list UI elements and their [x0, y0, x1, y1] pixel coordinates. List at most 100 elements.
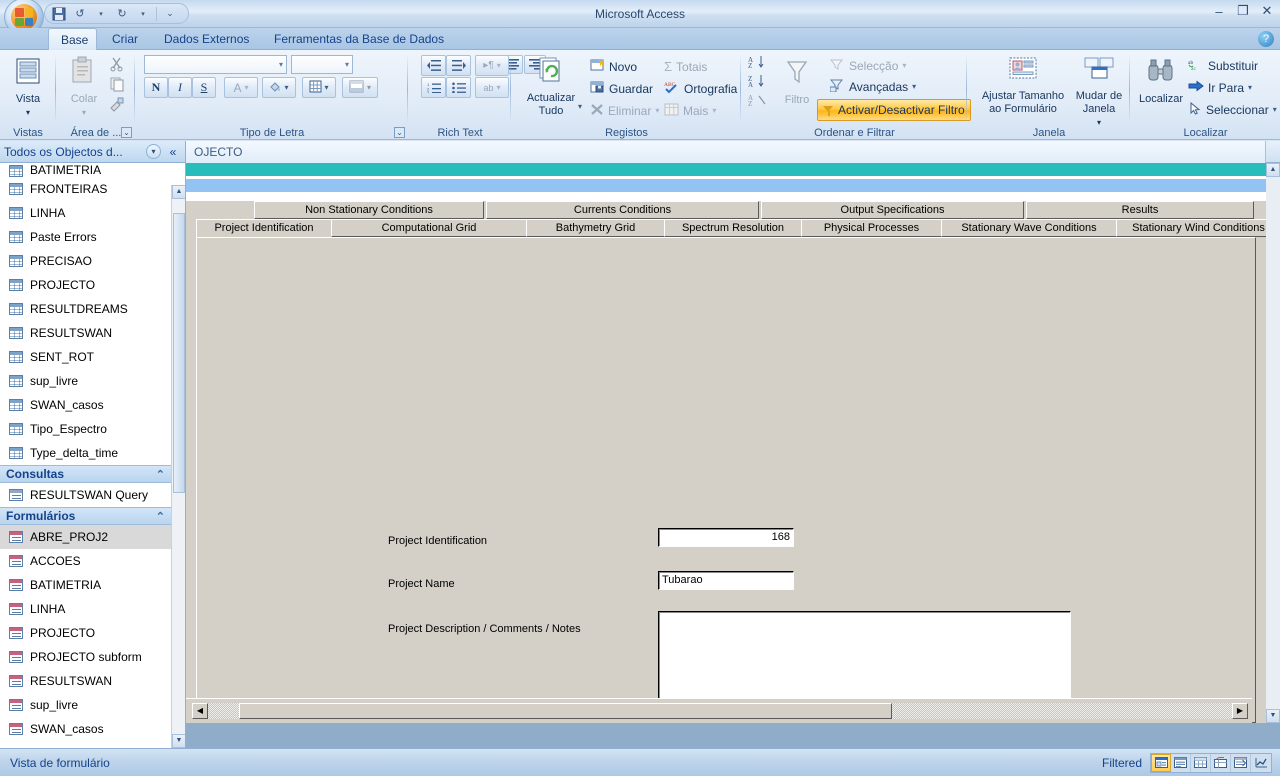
- nav-group-consultas[interactable]: Consultas ⌃: [0, 465, 171, 483]
- alternate-fill-button[interactable]: ▾: [342, 77, 378, 98]
- totais-button[interactable]: Σ Totais: [664, 57, 707, 76]
- seleccao-button[interactable]: Selecção ▾: [829, 56, 906, 75]
- copy-icon[interactable]: [109, 76, 125, 95]
- seleccionar-button[interactable]: Seleccionar ▾: [1188, 100, 1277, 119]
- form-tab-output-specifications[interactable]: Output Specifications: [761, 201, 1024, 219]
- localizar-button[interactable]: Localizar: [1137, 57, 1185, 106]
- colar-button[interactable]: Colar ▾: [63, 55, 105, 119]
- nav-item-abre-proj2[interactable]: ABRE_PROJ2: [0, 525, 171, 549]
- numbered-list-button[interactable]: 123: [421, 77, 446, 98]
- novo-button[interactable]: Novo: [590, 57, 637, 76]
- ir-para-dropdown-caret[interactable]: ▾: [1248, 83, 1252, 92]
- increase-indent-button[interactable]: [446, 55, 471, 76]
- form-tab-stationary-wind-conditions[interactable]: Stationary Wind Conditions: [1116, 219, 1266, 237]
- form-tab-physical-processes[interactable]: Physical Processes: [801, 219, 942, 237]
- eliminar-button[interactable]: Eliminar ▾: [590, 101, 659, 120]
- substituir-button[interactable]: ab ac Substituir: [1188, 56, 1258, 75]
- nav-scroll-thumb[interactable]: [173, 213, 185, 493]
- document-tab-projecto[interactable]: OJECTO: [186, 141, 1266, 163]
- bulleted-list-button[interactable]: [446, 77, 471, 98]
- gridlines-button[interactable]: ▾: [302, 77, 336, 98]
- underline-button[interactable]: S: [192, 77, 216, 98]
- mais-button[interactable]: Mais ▾: [664, 101, 716, 120]
- chevron-up-icon[interactable]: ⌃: [156, 510, 165, 523]
- form-tab-computational-grid[interactable]: Computational Grid: [331, 219, 527, 237]
- nav-item-linha[interactable]: LINHA: [0, 201, 171, 225]
- font-size-combo[interactable]: ▾: [291, 55, 353, 74]
- tab-base[interactable]: Base: [48, 28, 97, 50]
- format-painter-icon[interactable]: [109, 96, 125, 115]
- nav-item-sent-rot[interactable]: SENT_ROT: [0, 345, 171, 369]
- nav-item-precisao[interactable]: PRECISAO: [0, 249, 171, 273]
- nav-group-formulários[interactable]: Formulários ⌃: [0, 507, 171, 525]
- nav-item-fronteiras[interactable]: FRONTEIRAS: [0, 177, 171, 201]
- decrease-indent-button[interactable]: [421, 55, 446, 76]
- undo-icon[interactable]: ↺: [70, 5, 90, 22]
- form-view-button[interactable]: [1151, 753, 1171, 772]
- nav-item-projecto-subform[interactable]: PROJECTO subform: [0, 645, 171, 669]
- nav-item-type-delta-time[interactable]: Type_delta_time: [0, 441, 171, 465]
- form-vertical-scrollbar[interactable]: ▲ ▼: [1266, 163, 1280, 723]
- ortografia-button[interactable]: ABC Ortografia: [664, 79, 737, 98]
- colar-dropdown-caret[interactable]: ▾: [82, 106, 86, 119]
- form-horizontal-scrollbar[interactable]: ◀ ▶: [186, 698, 1252, 723]
- avancadas-button[interactable]: Avançadas ▾: [829, 77, 916, 96]
- filtro-button[interactable]: Filtro: [774, 58, 820, 107]
- seleccionar-dropdown-caret[interactable]: ▾: [1273, 105, 1277, 114]
- clipboard-dialog-launcher[interactable]: ⌄: [121, 127, 132, 138]
- nav-item-linha[interactable]: LINHA: [0, 597, 171, 621]
- hscroll-thumb[interactable]: [239, 703, 892, 719]
- nav-item-tipo-espectro[interactable]: Tipo_Espectro: [0, 417, 171, 441]
- form-tab-results[interactable]: Results: [1026, 201, 1254, 219]
- fill-color-button[interactable]: ▾: [262, 77, 296, 98]
- design-view-button[interactable]: [1231, 753, 1251, 772]
- italic-button[interactable]: I: [168, 77, 192, 98]
- customize-qat-icon[interactable]: ⌄: [160, 5, 180, 22]
- actualizar-tudo-button[interactable]: Actualizar Tudo: [520, 56, 582, 118]
- collapse-pane-icon[interactable]: «: [165, 145, 181, 159]
- form-tab-bathymetry-grid[interactable]: Bathymetry Grid: [526, 219, 665, 237]
- form-tab-currents-conditions[interactable]: Currents Conditions: [486, 201, 759, 219]
- nav-item-accoes[interactable]: ACCOES: [0, 549, 171, 573]
- minimize-button[interactable]: –: [1210, 2, 1228, 20]
- guardar-button[interactable]: Guardar: [590, 79, 653, 98]
- nav-item-swan-casos[interactable]: SWAN_casos: [0, 717, 171, 741]
- nav-item-batimetria[interactable]: BATIMETRIA: [0, 163, 171, 177]
- bold-button[interactable]: N: [144, 77, 168, 98]
- pivottable-view-button[interactable]: [1211, 753, 1231, 772]
- nav-item-projecto[interactable]: PROJECTO: [0, 273, 171, 297]
- nav-item-resultswan[interactable]: RESULTSWAN: [0, 669, 171, 693]
- datasheet-view-button[interactable]: [1191, 753, 1211, 772]
- tab-ferramentas-base-dados[interactable]: Ferramentas da Base de Dados: [262, 28, 456, 50]
- vista-button[interactable]: Vista ▾: [8, 57, 48, 119]
- nav-item-resultdreams[interactable]: RESULTDREAMS: [0, 297, 171, 321]
- nav-scroll-down-icon[interactable]: ▼: [172, 734, 185, 748]
- hscroll-track[interactable]: ◀ ▶: [192, 703, 1248, 719]
- save-icon[interactable]: [49, 5, 69, 22]
- form-tab-spectrum-resolution[interactable]: Spectrum Resolution: [664, 219, 802, 237]
- nav-item-projecto[interactable]: PROJECTO: [0, 621, 171, 645]
- text-highlight-button[interactable]: ab ▾: [475, 77, 509, 98]
- redo-dropdown-icon[interactable]: ▾: [133, 5, 153, 22]
- hscroll-right-icon[interactable]: ▶: [1232, 703, 1248, 719]
- nav-item-sup-livre[interactable]: sup_livre: [0, 693, 171, 717]
- nav-item-sup-livre[interactable]: sup_livre: [0, 369, 171, 393]
- input-project-name[interactable]: Tubarao: [658, 571, 794, 590]
- vscroll-down-icon[interactable]: ▼: [1266, 709, 1280, 723]
- nav-item-batimetria[interactable]: BATIMETRIA: [0, 573, 171, 597]
- help-icon[interactable]: ?: [1258, 31, 1274, 47]
- font-name-combo[interactable]: ▾: [144, 55, 287, 74]
- close-button[interactable]: ✕: [1258, 2, 1276, 20]
- ltr-button[interactable]: ▸¶ ▾: [475, 55, 509, 76]
- actualizar-tudo-dropdown-caret[interactable]: ▾: [578, 102, 582, 111]
- sort-ascending-button[interactable]: AZ: [748, 55, 768, 73]
- nav-item-swan-casos[interactable]: SWAN_casos: [0, 393, 171, 417]
- activar-desactivar-filtro-button[interactable]: Activar/Desactivar Filtro: [817, 99, 971, 121]
- font-dialog-launcher[interactable]: ⌄: [394, 127, 405, 138]
- eliminar-dropdown-caret[interactable]: ▾: [655, 106, 659, 115]
- vscroll-up-icon[interactable]: ▲: [1266, 163, 1280, 177]
- redo-icon[interactable]: ↻: [112, 5, 132, 22]
- form-tab-non-stationary-conditions[interactable]: Non Stationary Conditions: [254, 201, 484, 219]
- pivotchart-view-button[interactable]: [1251, 754, 1271, 772]
- nav-item-resultswan-query[interactable]: RESULTSWAN Query: [0, 483, 171, 507]
